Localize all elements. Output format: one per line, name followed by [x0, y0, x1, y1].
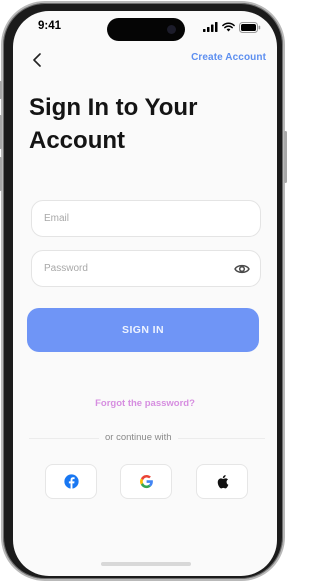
title-line-1: Sign In to Your	[29, 94, 198, 121]
google-icon	[139, 474, 153, 489]
email-input[interactable]	[32, 201, 224, 236]
volume-up-button	[0, 115, 2, 149]
signal-icon	[203, 22, 218, 32]
chevron-left-icon	[33, 53, 41, 67]
status-icons	[203, 21, 261, 33]
title-line-2: Account	[29, 127, 125, 154]
dynamic-island	[107, 18, 185, 41]
forgot-password-link[interactable]: Forgot the password?	[13, 398, 277, 409]
sign-in-button[interactable]: SIGN IN	[27, 308, 259, 352]
page-title: Sign In to Your Account	[29, 91, 259, 157]
password-input[interactable]	[32, 251, 224, 286]
continue-with-label: or continue with	[99, 432, 178, 443]
action-button	[0, 81, 2, 99]
google-login-button[interactable]	[120, 464, 172, 499]
app-screen: 9:41 Create Account Sign In to Your Acco…	[13, 11, 277, 576]
facebook-icon	[63, 474, 79, 489]
email-field[interactable]	[31, 200, 261, 237]
volume-down-button	[0, 157, 2, 191]
apple-login-button[interactable]	[196, 464, 248, 499]
facebook-login-button[interactable]	[45, 464, 97, 499]
apple-icon	[217, 475, 228, 489]
home-indicator	[101, 562, 191, 566]
battery-icon	[239, 21, 261, 33]
back-button[interactable]	[28, 51, 46, 69]
status-time: 9:41	[38, 20, 62, 32]
wifi-icon	[222, 22, 235, 32]
password-field[interactable]	[31, 250, 261, 287]
power-button	[284, 131, 287, 183]
create-account-link[interactable]: Create Account	[191, 52, 266, 63]
eye-icon[interactable]	[234, 262, 250, 276]
camera-dot	[167, 25, 176, 34]
phone-frame: 9:41 Create Account Sign In to Your Acco…	[0, 1, 287, 581]
